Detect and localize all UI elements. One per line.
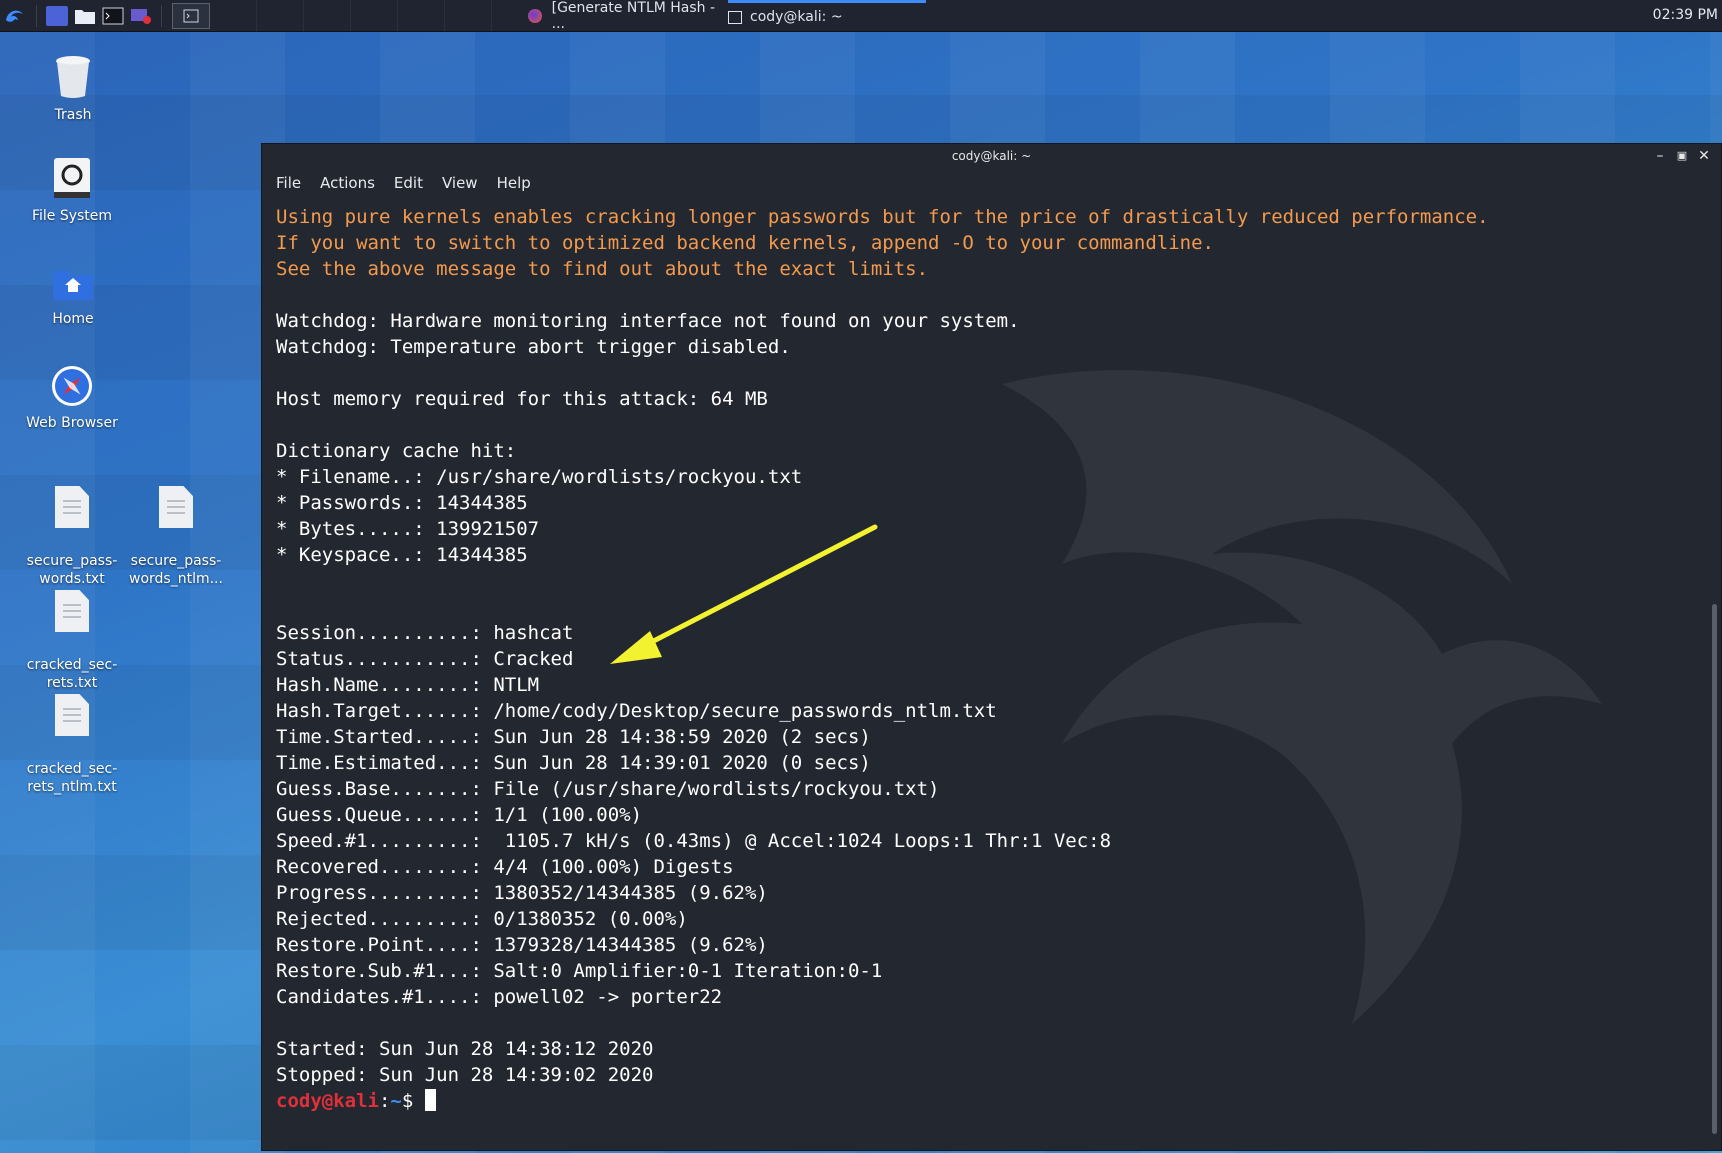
workspace-3[interactable] <box>257 0 304 31</box>
terminal-line: Watchdog: Hardware monitoring interface … <box>276 310 1020 332</box>
terminal-line: Progress.........: 1380352/14344385 (9.6… <box>276 882 768 904</box>
shell-prompt[interactable]: cody@kali:~$ <box>276 1088 1701 1114</box>
trash-icon <box>56 56 90 98</box>
terminal-line: Restore.Sub.#1...: Salt:0 Amplifier:0-1 … <box>276 960 883 982</box>
desktop-icon-secure-passwords-ntlm[interactable]: secure_pass- words_ntlm... <box>126 468 226 606</box>
close-icon[interactable]: ✕ <box>1693 144 1715 168</box>
terminal-line: Recovered........: 4/4 (100.00%) Digests <box>276 856 734 878</box>
prompt-path: ~ <box>390 1090 402 1112</box>
terminal-line: Host memory required for this attack: 64… <box>276 388 768 410</box>
minimize-icon[interactable]: – <box>1649 144 1671 168</box>
window-titlebar[interactable]: cody@kali: ~ – ▣ ✕ <box>262 144 1721 168</box>
terminal-line: Guess.Queue......: 1/1 (100.00%) <box>276 804 643 826</box>
terminal-line: Hash.Name........: NTLM <box>276 674 540 696</box>
prompt-symbol: $ <box>401 1090 425 1112</box>
terminal-warning-line: See the above message to find out about … <box>276 258 929 280</box>
terminal-line: Dictionary cache hit: <box>276 440 517 462</box>
terminal-line: Hash.Target......: /home/cody/Desktop/se… <box>276 700 997 722</box>
desktop-icon-label: File System <box>31 208 113 224</box>
desktop-icon-label: Trash <box>54 107 92 123</box>
workspace-5[interactable] <box>351 0 398 31</box>
text-file-icon <box>55 590 89 632</box>
terminal-line: * Filename..: /usr/share/wordlists/rocky… <box>276 466 803 488</box>
desktop-icon-label: secure_pass- words_ntlm... <box>129 553 223 587</box>
terminal-line: Status...........: Cracked <box>276 648 574 670</box>
terminal-line: Rejected.........: 0/1380352 (0.00%) <box>276 908 688 930</box>
terminal-line: * Keyspace..: 14344385 <box>276 544 528 566</box>
terminal-line: Session..........: hashcat <box>276 622 574 644</box>
prompt-user: cody@kali <box>276 1090 379 1112</box>
screen-recorder-icon[interactable] <box>130 6 152 26</box>
drive-icon <box>54 158 90 198</box>
desktop-icon-label: cracked_sec- rets_ntlm.txt <box>26 761 118 795</box>
terminal-line: Time.Started.....: Sun Jun 28 14:38:59 2… <box>276 726 871 748</box>
terminal-line: Restore.Point....: 1379328/14344385 (9.6… <box>276 934 768 956</box>
terminal-line: Stopped: Sun Jun 28 14:39:02 2020 <box>276 1064 654 1086</box>
terminal-line: Speed.#1.........: 1105.7 kH/s (0.43ms) … <box>276 830 1112 852</box>
taskbar-item-terminal[interactable]: cody@kali: ~ <box>728 0 926 31</box>
terminal-icon <box>728 10 742 24</box>
terminal-line: Time.Estimated...: Sun Jun 28 14:39:01 2… <box>276 752 871 774</box>
menu-actions[interactable]: Actions <box>320 174 375 192</box>
home-folder-icon <box>53 271 93 300</box>
terminal-scrollbar[interactable] <box>1712 604 1717 1134</box>
desktop-icon-web-browser[interactable]: Web Browser <box>22 364 122 432</box>
text-file-icon <box>55 694 89 736</box>
text-file-icon <box>55 486 89 528</box>
workspace-2[interactable] <box>210 0 257 31</box>
terminal-cursor <box>424 1089 436 1111</box>
terminal-window[interactable]: cody@kali: ~ – ▣ ✕ File Actions Edit Vie… <box>261 143 1722 1151</box>
desktop-icon-trash[interactable]: Trash <box>23 54 123 124</box>
terminal-line: Candidates.#1....: powell02 -> porter22 <box>276 986 723 1008</box>
terminal-menubar: File Actions Edit View Help <box>262 168 1721 198</box>
kali-menu-button[interactable] <box>0 0 30 31</box>
desktop-icon-cracked-secrets-ntlm[interactable]: cracked_sec- rets_ntlm.txt <box>22 676 122 814</box>
desktop-icon-home[interactable]: Home <box>23 266 123 328</box>
terminal-launcher-icon[interactable] <box>102 6 124 26</box>
show-desktop-icon[interactable] <box>46 5 68 26</box>
prompt-separator: : <box>378 1090 391 1112</box>
desktop-icon-label: Web Browser <box>26 415 118 431</box>
terminal-line: Started: Sun Jun 28 14:38:12 2020 <box>276 1038 654 1060</box>
maximize-icon[interactable]: ▣ <box>1671 144 1693 168</box>
window-title: cody@kali: ~ <box>951 149 1032 163</box>
taskbar-item-label: [Generate NTLM Hash - ... <box>551 0 716 32</box>
terminal-output[interactable]: Using pure kernels enables cracking long… <box>276 204 1701 1140</box>
taskbar-item-browser[interactable]: [Generate NTLM Hash - ... <box>528 0 728 32</box>
terminal-warning-line: If you want to switch to optimized backe… <box>276 232 1214 254</box>
terminal-warning-line: Using pure kernels enables cracking long… <box>276 206 1489 228</box>
workspace-4[interactable] <box>304 0 351 31</box>
terminal-line: * Passwords.: 14344385 <box>276 492 528 514</box>
compass-icon <box>52 366 92 406</box>
clock[interactable]: 02:39 PM <box>1653 0 1722 31</box>
text-file-icon <box>159 486 193 528</box>
kali-dragon-icon <box>6 10 23 22</box>
top-panel: [Generate NTLM Hash - ... cody@kali: ~ 0… <box>0 0 1722 32</box>
menu-edit[interactable]: Edit <box>394 174 423 192</box>
terminal-line: Guess.Base.......: File (/usr/share/word… <box>276 778 940 800</box>
workspace-6[interactable] <box>398 0 445 31</box>
menu-help[interactable]: Help <box>497 174 531 192</box>
terminal-line: * Bytes.....: 139921507 <box>276 518 540 540</box>
firefox-icon <box>528 8 542 23</box>
workspace-7[interactable] <box>445 0 492 31</box>
menu-view[interactable]: View <box>442 174 478 192</box>
desktop-icon-label: Home <box>52 311 94 327</box>
file-manager-icon[interactable] <box>74 6 96 26</box>
workspace-1[interactable] <box>172 2 210 29</box>
terminal-line: Watchdog: Temperature abort trigger disa… <box>276 336 791 358</box>
desktop-icon-file-system[interactable]: File System <box>22 157 122 225</box>
taskbar-item-label: cody@kali: ~ <box>750 9 843 25</box>
menu-file[interactable]: File <box>276 174 301 192</box>
